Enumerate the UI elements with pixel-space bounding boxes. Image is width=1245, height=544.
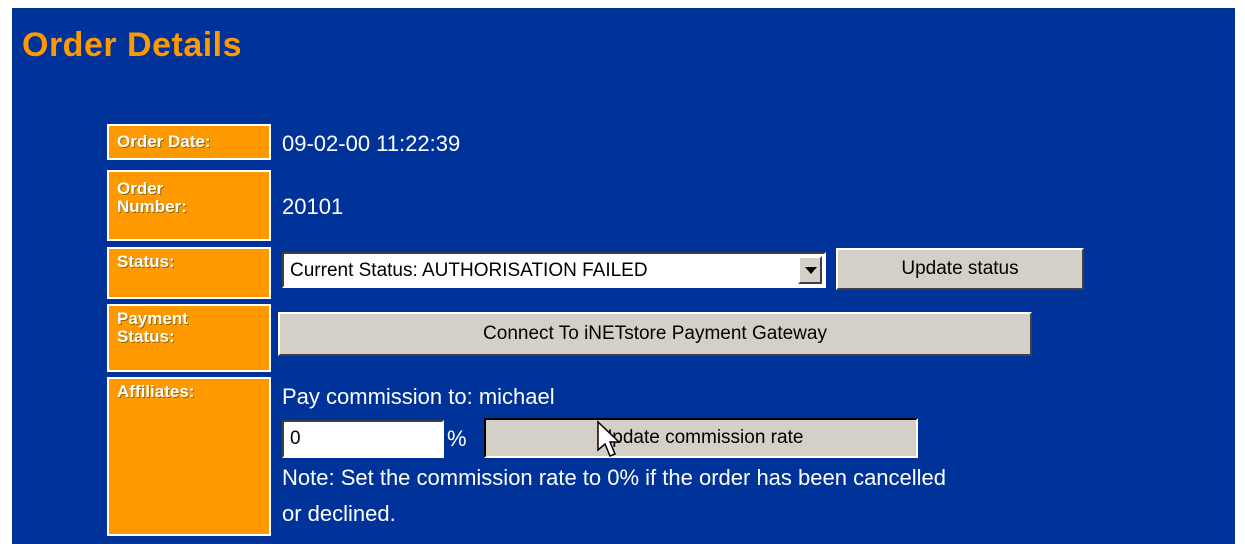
mouse-pointer-icon — [597, 420, 621, 457]
order-number-label-line1: Order — [117, 179, 164, 198]
payment-status-label-line1: Payment — [117, 309, 188, 328]
update-status-button[interactable]: Update status — [836, 248, 1084, 290]
payment-status-label-line2: Status: — [117, 327, 175, 346]
order-date-label-text: Order Date: — [117, 132, 211, 151]
commission-note-line1: Note: Set the commission rate to 0% if t… — [282, 465, 947, 490]
status-select[interactable]: Current Status: AUTHORISATION FAILED — [282, 252, 826, 288]
affiliates-label: Affiliates: — [107, 377, 271, 536]
payment-status-label: Payment Status: — [107, 304, 271, 372]
order-number-label: Order Number: — [107, 170, 271, 241]
order-number-label-line2: Number: — [117, 197, 187, 216]
status-select-value: Current Status: AUTHORISATION FAILED — [290, 260, 648, 281]
commission-recipient-text: Pay commission to: michael — [282, 384, 555, 409]
status-label-text: Status: — [117, 252, 175, 271]
order-date-value: 09-02-00 11:22:39 — [282, 131, 461, 156]
percent-sign: % — [447, 426, 467, 451]
affiliates-label-text: Affiliates: — [117, 382, 195, 401]
commission-note-line2: or declined. — [282, 501, 396, 526]
update-commission-rate-button[interactable]: Update commission rate — [484, 418, 918, 458]
order-number-value: 20101 — [282, 194, 344, 219]
commission-rate-input[interactable] — [282, 420, 444, 458]
chevron-down-icon[interactable] — [798, 256, 822, 284]
page-title: Order Details — [22, 26, 243, 64]
connect-payment-gateway-button[interactable]: Connect To iNETstore Payment Gateway — [278, 312, 1032, 356]
status-label: Status: — [107, 247, 271, 299]
order-date-label: Order Date: — [107, 124, 271, 160]
